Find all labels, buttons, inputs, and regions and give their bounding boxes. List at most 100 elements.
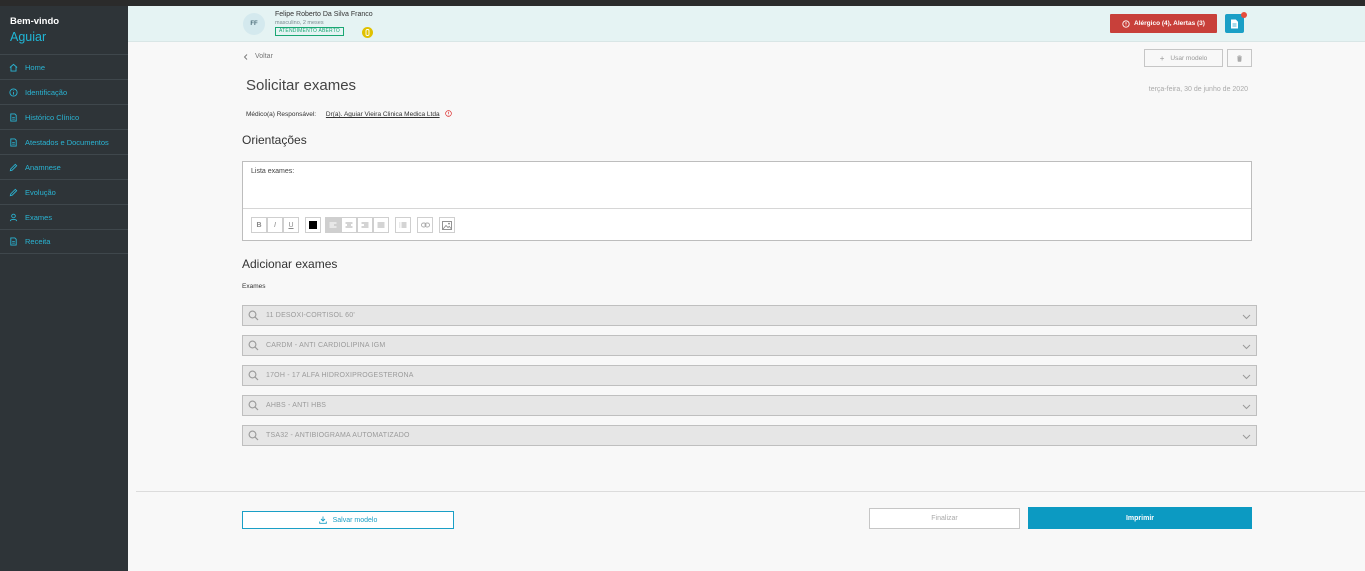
back-label: Voltar	[255, 53, 273, 60]
responsible-doctor: Médico(a) Responsável: Dr(a). Aguiar Vie…	[246, 110, 453, 118]
sidebar: Bem-vindo Aguiar Home Identificação Hist…	[0, 6, 128, 571]
patient-meta: masculino, 2 meses	[275, 20, 324, 26]
patient-header: FF Felipe Roberto Da Silva Franco mascul…	[128, 6, 1365, 42]
patient-name: Felipe Roberto Da Silva Franco	[275, 11, 373, 18]
pencil-icon	[9, 188, 18, 196]
exam-select[interactable]: TSA32 - ANTIBIOGRAMA AUTOMATIZADO	[242, 425, 1257, 446]
alerts-button[interactable]: Alérgico (4), Alertas (3)	[1110, 14, 1217, 33]
align-right-icon	[361, 222, 369, 227]
delete-button[interactable]	[1227, 49, 1252, 67]
exames-label: Exames	[242, 283, 266, 290]
main-content: FF Felipe Roberto Da Silva Franco mascul…	[128, 6, 1365, 571]
plus-icon: +	[1159, 53, 1165, 63]
search-icon	[248, 370, 259, 381]
editor-text[interactable]: Lista exames:	[251, 168, 294, 175]
align-right-button[interactable]	[357, 217, 373, 233]
use-model-button[interactable]: + Usar modelo	[1144, 49, 1223, 67]
link-icon	[420, 222, 430, 228]
alerts-label: Alérgico (4), Alertas (3)	[1134, 20, 1205, 27]
responsible-label: Médico(a) Responsável:	[246, 111, 317, 118]
chevron-down-icon	[1242, 434, 1251, 440]
sidebar-item-anamnese[interactable]: Anamnese	[0, 154, 128, 179]
sidebar-item-atestados[interactable]: Atestados e Documentos	[0, 129, 128, 154]
sidebar-item-label: Evolução	[25, 187, 56, 197]
back-link[interactable]: Voltar	[243, 53, 273, 60]
align-justify-icon	[377, 222, 385, 227]
sidebar-item-label: Histórico Clínico	[25, 112, 80, 122]
finalize-button[interactable]: Finalizar	[869, 508, 1020, 529]
print-button[interactable]: Imprimir	[1028, 507, 1252, 529]
user-name: Aguiar	[10, 30, 47, 44]
chevron-down-icon	[1242, 404, 1251, 410]
exam-select[interactable]: 17OH - 17 ALFA HIDROXIPROGESTERONA	[242, 365, 1257, 386]
link-button[interactable]	[417, 217, 433, 233]
user-icon	[9, 213, 18, 221]
sidebar-item-label: Anamnese	[25, 162, 61, 172]
chevron-down-icon	[1242, 314, 1251, 320]
exam-select-value: AHBS - ANTI HBS	[266, 402, 327, 409]
home-icon	[9, 63, 18, 72]
search-icon	[248, 430, 259, 441]
document-icon	[10, 137, 17, 147]
section-title-orientacoes: Orientações	[242, 133, 307, 147]
page-date: terça-feira, 30 de junho de 2020	[1148, 86, 1248, 93]
exam-select[interactable]: CARDM - ANTI CARDIOLIPINA IGM	[242, 335, 1257, 356]
download-icon	[318, 516, 327, 524]
search-icon	[248, 310, 259, 321]
document-icon	[10, 237, 17, 246]
status-badge: ATENDIMENTO ABERTO	[275, 27, 345, 36]
search-icon	[248, 340, 259, 351]
exam-select-value: CARDM - ANTI CARDIOLIPINA IGM	[266, 342, 386, 349]
sidebar-item-label: Receita	[25, 237, 51, 246]
info-icon	[9, 87, 18, 97]
alert-info-icon	[1122, 19, 1130, 28]
avatar: FF	[243, 13, 265, 35]
section-title-adicionar-exames: Adicionar exames	[242, 257, 338, 271]
save-model-button[interactable]: Salvar modelo	[242, 511, 454, 529]
exam-select-value: TSA32 - ANTIBIOGRAMA AUTOMATIZADO	[266, 432, 410, 439]
sidebar-item-label: Atestados e Documentos	[25, 137, 109, 147]
sidebar-item-identificacao[interactable]: Identificação	[0, 79, 128, 104]
align-center-icon	[345, 222, 353, 227]
pencil-icon	[9, 163, 18, 171]
search-icon	[248, 400, 259, 411]
sidebar-item-label: Home	[25, 62, 46, 72]
image-icon	[442, 220, 452, 230]
orientacoes-editor[interactable]: Lista exames: B I U	[242, 161, 1252, 241]
sidebar-item-label: Exames	[25, 212, 53, 222]
exam-select-value: 11 DESOXI-CORTISOL 60'	[266, 312, 355, 319]
sidebar-item-historico-clinico[interactable]: Histórico Clínico	[0, 104, 128, 129]
sidebar-item-exames[interactable]: Exames	[0, 204, 128, 229]
list-button[interactable]	[395, 217, 411, 233]
exam-select-value: 17OH - 17 ALFA HIDROXIPROGESTERONA	[266, 372, 414, 379]
color-swatch	[309, 221, 317, 229]
bold-button[interactable]: B	[251, 217, 267, 233]
exam-select[interactable]: 11 DESOXI-CORTISOL 60'	[242, 305, 1257, 326]
list-icon	[399, 222, 407, 227]
image-button[interactable]	[439, 217, 455, 233]
chevron-left-icon	[243, 53, 248, 60]
align-justify-button[interactable]	[373, 217, 389, 233]
sidebar-item-receita[interactable]: Receita	[0, 229, 128, 254]
page-title: Solicitar exames	[246, 77, 357, 94]
sidebar-item-home[interactable]: Home	[0, 54, 128, 79]
trash-icon	[1237, 54, 1242, 62]
notification-dot	[1241, 12, 1247, 18]
underline-button[interactable]: U	[283, 217, 299, 233]
italic-button[interactable]: I	[267, 217, 283, 233]
warning-icon[interactable]	[362, 27, 373, 38]
welcome-text: Bem-vindo	[10, 16, 60, 27]
sidebar-item-evolucao[interactable]: Evolução	[0, 179, 128, 204]
align-left-button[interactable]	[325, 217, 341, 233]
align-center-button[interactable]	[341, 217, 357, 233]
info-icon[interactable]	[445, 110, 453, 117]
responsible-name[interactable]: Dr(a). Aguiar Vieira Clinica Medica Ltda	[326, 111, 440, 118]
text-color-button[interactable]	[305, 217, 321, 233]
exam-select[interactable]: AHBS - ANTI HBS	[242, 395, 1257, 416]
sidebar-item-label: Identificação	[25, 87, 68, 97]
save-model-label: Salvar modelo	[332, 516, 378, 524]
document-icon	[1231, 19, 1238, 28]
use-model-label: Usar modelo	[1170, 54, 1208, 62]
document-icon	[10, 112, 17, 122]
divider	[136, 491, 1365, 492]
